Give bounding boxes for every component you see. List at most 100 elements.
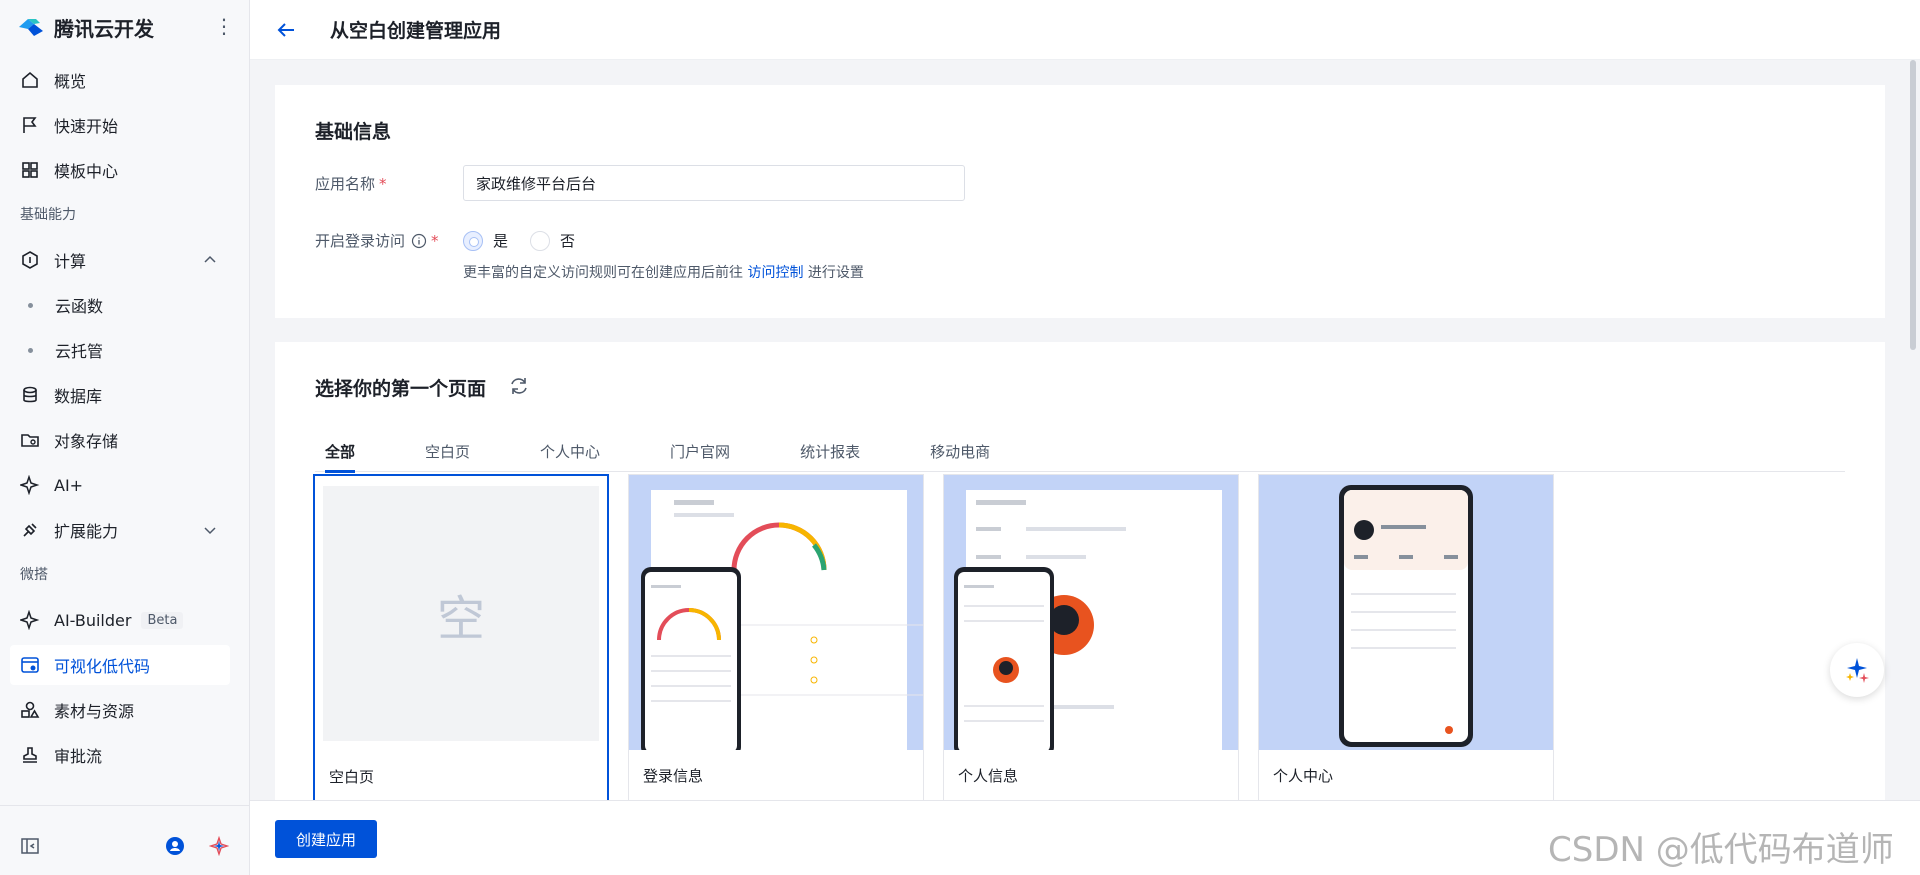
brand[interactable]: 腾讯云开发 ⋮ <box>16 12 236 42</box>
radio-label: 否 <box>560 232 576 250</box>
template-name: 个人信息 <box>958 767 1019 785</box>
beta-badge: Beta <box>141 611 184 629</box>
sidebar-item-assets[interactable]: 素材与资源 <box>10 690 230 730</box>
chevron-down-icon[interactable] <box>202 522 218 538</box>
create-app-button[interactable]: 创建应用 <box>275 820 377 858</box>
sidebar-item-compute[interactable]: 计算 <box>10 240 230 280</box>
required-mark: * <box>431 231 439 250</box>
folder-icon <box>20 430 40 450</box>
sidebar-item-label: 审批流 <box>54 747 103 766</box>
collapse-sidebar-icon[interactable] <box>20 836 40 856</box>
template-thumbnail: 空 <box>315 476 607 751</box>
tab-blank[interactable]: 空白页 <box>415 432 480 472</box>
app-name-label-text: 应用名称 <box>315 175 376 193</box>
chevron-up-icon[interactable] <box>202 252 218 268</box>
sidebar-item-database[interactable]: 数据库 <box>10 375 230 415</box>
sidebar-item-templates[interactable]: 模板中心 <box>10 150 230 190</box>
template-thumbnail <box>1259 475 1553 750</box>
sidebar-nav: 概览 快速开始 模板中心 基础能力 计算 云函数 云托管 数据库 对象存储 AI… <box>10 60 230 780</box>
access-control-link[interactable]: 访问控制 <box>747 265 803 281</box>
sidebar-item-label: 数据库 <box>54 387 103 406</box>
sidebar-item-cloud-hosting[interactable]: 云托管 <box>10 330 230 370</box>
hexagon-icon <box>20 250 40 270</box>
template-card-login[interactable]: 登录信息 <box>628 474 924 802</box>
radio-unchecked-icon <box>530 230 550 251</box>
sidebar-item-ai[interactable]: AI+ <box>10 465 230 505</box>
ai-assistant-icon[interactable] <box>209 836 229 856</box>
login-preview-illustration <box>641 490 923 750</box>
template-card-blank[interactable]: 空 空白页 <box>313 474 609 802</box>
sidebar-item-cloud-functions[interactable]: 云函数 <box>10 285 230 325</box>
basic-info-title: 基础信息 <box>315 121 392 143</box>
template-name: 登录信息 <box>643 767 704 785</box>
login-no-radio[interactable]: 否 <box>530 230 575 251</box>
stamp-icon <box>20 745 40 765</box>
login-access-hint: 更丰富的自定义访问规则可在创建应用后前往 访问控制 进行设置 <box>463 262 864 282</box>
back-arrow-icon[interactable] <box>274 18 298 42</box>
sidebar-item-lowcode[interactable]: 可视化低代码 <box>10 645 230 685</box>
more-icon[interactable]: ⋮ <box>214 16 234 36</box>
page-scrollbar[interactable] <box>1910 60 1916 350</box>
sidebar-item-label: AI-Builder <box>54 610 132 630</box>
app-name-input[interactable] <box>463 165 965 201</box>
personal-center-preview-illustration <box>1339 485 1473 747</box>
sidebar-item-quickstart[interactable]: 快速开始 <box>10 105 230 145</box>
sidebar-item-label: 可视化低代码 <box>54 657 151 676</box>
sidebar-item-label: 对象存储 <box>54 432 119 451</box>
login-access-label-text: 开启登录访问 <box>315 232 406 250</box>
sidebar-item-overview[interactable]: 概览 <box>10 60 230 100</box>
bullet-icon <box>28 347 33 353</box>
ai-assistant-icon <box>1846 658 1869 683</box>
template-name: 个人中心 <box>1273 767 1334 785</box>
sidebar: 腾讯云开发 ⋮ 概览 快速开始 模板中心 基础能力 计算 云函数 云托管 数据库… <box>0 0 250 875</box>
sparkle-icon <box>20 475 40 495</box>
template-tabs: 全部 空白页 个人中心 门户官网 统计报表 移动电商 <box>315 432 1845 473</box>
sidebar-footer <box>0 805 250 875</box>
tencent-cloud-logo-icon <box>19 19 43 36</box>
sparkle-icon <box>20 610 40 630</box>
watermark: CSDN @低代码布道师 <box>1548 830 1894 870</box>
refresh-icon[interactable] <box>508 375 530 397</box>
sidebar-item-label: 扩展能力 <box>54 522 119 541</box>
sidebar-item-label: 计算 <box>54 252 87 271</box>
personal-info-preview-illustration <box>954 490 1222 750</box>
flag-icon <box>20 115 40 135</box>
radio-checked-icon <box>463 230 483 251</box>
bullet-icon <box>28 302 33 308</box>
sidebar-item-extensions[interactable]: 扩展能力 <box>10 510 230 550</box>
database-icon <box>20 385 40 405</box>
template-thumbnail <box>944 475 1238 750</box>
tab-all[interactable]: 全部 <box>315 432 365 473</box>
blank-preview: 空 <box>323 486 599 741</box>
user-avatar-icon[interactable] <box>165 836 185 856</box>
page-header: 从空白创建管理应用 <box>250 0 1920 60</box>
tab-portal[interactable]: 门户官网 <box>660 432 740 472</box>
template-name: 空白页 <box>329 768 375 786</box>
floating-ai-button[interactable] <box>1830 643 1884 697</box>
blank-glyph: 空 <box>436 590 485 647</box>
hint-prefix: 更丰富的自定义访问规则可在创建应用后前往 <box>463 265 748 281</box>
sidebar-item-label: 模板中心 <box>54 162 119 181</box>
template-card-personal-center[interactable]: 个人中心 <box>1258 474 1554 802</box>
nav-section-basic: 基础能力 <box>20 207 76 223</box>
home-icon <box>20 70 40 90</box>
grid-icon <box>20 160 40 180</box>
info-icon[interactable] <box>411 233 427 249</box>
radio-label: 是 <box>493 232 509 250</box>
shapes-icon <box>20 700 40 720</box>
sidebar-item-storage[interactable]: 对象存储 <box>10 420 230 460</box>
tab-reports[interactable]: 统计报表 <box>790 432 870 472</box>
sidebar-item-ai-builder[interactable]: AI-Builder Beta <box>10 600 230 640</box>
basic-info-card: 基础信息 应用名称 * 开启登录访问 * 是 否 更丰富的自定义访问规则可在创建… <box>275 85 1885 318</box>
hint-suffix: 进行设置 <box>803 265 864 281</box>
login-yes-radio[interactable]: 是 <box>463 230 508 251</box>
required-mark: * <box>379 174 387 193</box>
page-title: 从空白创建管理应用 <box>330 20 502 42</box>
template-card-personal-info[interactable]: 个人信息 <box>943 474 1239 802</box>
brand-title: 腾讯云开发 <box>54 16 154 41</box>
sidebar-item-label: 快速开始 <box>54 117 119 136</box>
tab-profile[interactable]: 个人中心 <box>530 432 610 472</box>
sidebar-item-approval[interactable]: 审批流 <box>10 735 230 775</box>
tab-ecommerce[interactable]: 移动电商 <box>920 432 1000 472</box>
sidebar-item-label: AI+ <box>54 475 84 495</box>
